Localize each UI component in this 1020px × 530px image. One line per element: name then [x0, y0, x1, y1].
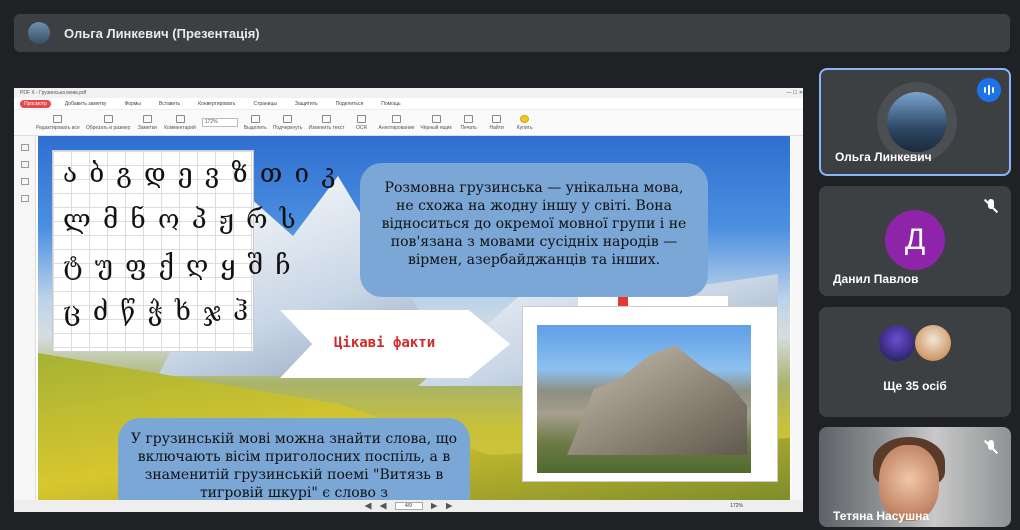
georgian-alphabet-image: ა ბ გ დ ე ვ ზ თ ი კ ლ მ ნ ო პ ჟ რ ს ტ უ … [52, 150, 338, 352]
annotate-icon [391, 114, 401, 123]
participant-tile[interactable]: Ольга Линкевич [819, 68, 1011, 176]
menu-forms[interactable]: Формы [121, 100, 145, 108]
thumbnails-icon[interactable] [20, 144, 29, 151]
participant-name: Данил Павлов [833, 272, 919, 286]
tool-buy[interactable]: Купить [514, 114, 536, 131]
fact-text-bottom: У грузинській мові можна знайти слова, щ… [118, 418, 470, 500]
tool-print[interactable]: Печать [458, 114, 480, 131]
menu-view[interactable]: Просмотр [20, 99, 51, 108]
presenter-bar: Ольга Линкевич (Презентація) [14, 14, 1010, 52]
arrow-banner-text: Цікаві факти [334, 335, 436, 351]
menu-add-note[interactable]: Добавить заметку [61, 100, 111, 108]
mic-off-icon [983, 439, 999, 455]
tool-edit-all[interactable]: Редактировать все [36, 114, 80, 131]
more-participants-tile[interactable]: Ще 35 осіб [819, 307, 1011, 417]
next-page-icon[interactable] [430, 502, 438, 510]
tool-crop[interactable]: Обрезать и размер [86, 114, 130, 131]
tool-find[interactable]: Найти [486, 114, 508, 131]
pdf-scrollbar[interactable] [791, 136, 803, 500]
blackbox-icon [431, 114, 441, 123]
participant-tile[interactable]: Тетяна Насушна [819, 427, 1011, 527]
pdf-window-title: PDF X - Грузинська мова.pdf [20, 90, 87, 96]
alphabet-row: ა ბ გ დ ე ვ ზ თ ი კ [63, 159, 338, 189]
presenter-avatar [28, 22, 50, 44]
comment-icon [175, 114, 185, 123]
more-participants-label: Ще 35 осіб [883, 379, 947, 393]
tool-edit-text[interactable]: Изменить текст [309, 114, 345, 131]
shared-screen[interactable]: PDF X - Грузинська мова.pdf — ☐ ✕ Просмо… [14, 88, 803, 512]
menu-help[interactable]: Помощь [377, 100, 404, 108]
avatar [879, 325, 915, 361]
highlight-icon [250, 114, 260, 123]
pdf-menubar: Просмотр Добавить заметку Формы Вставить… [14, 98, 803, 110]
alphabet-row: ც ძ წ ჭ ხ ჯ ჰ [63, 297, 251, 327]
tool-ocr[interactable]: OCR [351, 114, 373, 131]
tool-notes[interactable]: Заметки [136, 114, 158, 131]
tool-comment[interactable]: Комментарий [164, 114, 196, 131]
fact-text-top: Розмовна грузинська — унікальна мова, не… [360, 163, 708, 297]
edit-icon [53, 114, 63, 123]
coin-icon [520, 114, 530, 123]
speaking-indicator-icon [977, 78, 1001, 102]
menu-insert[interactable]: Вставить [155, 100, 184, 108]
menu-protect[interactable]: Защитить [291, 100, 322, 108]
zoom-input[interactable]: 172% [201, 118, 238, 127]
first-page-icon[interactable] [364, 502, 372, 510]
avatar [887, 92, 947, 152]
status-zoom[interactable]: 172% [730, 503, 743, 509]
alphabet-row: ლ მ ნ ო პ ჟ რ ს [63, 205, 298, 235]
participant-tile[interactable]: Д Данил Павлов [819, 186, 1011, 296]
pdf-statusbar: 4/9 172% [14, 500, 803, 512]
last-page-icon[interactable] [445, 502, 453, 510]
menu-convert[interactable]: Конвертировать [194, 100, 239, 108]
menu-pages[interactable]: Страницы [249, 100, 280, 108]
tool-annotate[interactable]: Аннотирование [379, 114, 414, 131]
comments-icon[interactable] [20, 178, 29, 185]
text-icon [322, 114, 332, 123]
pdf-titlebar: PDF X - Грузинська мова.pdf — ☐ ✕ [14, 88, 803, 98]
mountain-photo [537, 325, 751, 473]
tool-underline[interactable]: Подчеркнуть [273, 114, 303, 131]
search-icon [492, 114, 502, 123]
ocr-icon [357, 114, 367, 123]
crop-icon [103, 114, 113, 123]
note-icon [142, 114, 152, 123]
page-indicator[interactable]: 4/9 [394, 502, 423, 510]
mountain-photo-frame [522, 306, 778, 482]
avatar [915, 325, 951, 361]
menu-share[interactable]: Поделиться [332, 100, 368, 108]
participant-name: Ольга Линкевич [835, 150, 932, 164]
participant-name: Тетяна Насушна [833, 509, 929, 523]
mic-off-icon [983, 198, 999, 214]
tool-highlight[interactable]: Выделить [244, 114, 267, 131]
slide: ა ბ გ დ ე ვ ზ თ ი კ ლ მ ნ ო პ ჟ რ ს ტ უ … [38, 136, 790, 500]
underline-icon [283, 114, 293, 123]
window-controls[interactable]: — ☐ ✕ [787, 88, 803, 98]
print-icon [464, 114, 474, 123]
pdf-toolbar: Редактировать все Обрезать и размер Заме… [14, 110, 803, 136]
presenter-label: Ольга Линкевич (Презентація) [64, 25, 260, 41]
pdf-sidebar [14, 136, 36, 512]
prev-page-icon[interactable] [379, 502, 387, 510]
alphabet-row: ტ უ ფ ქ ღ ყ შ ჩ [63, 251, 293, 281]
avatar: Д [885, 210, 945, 270]
attachment-icon[interactable] [20, 195, 29, 202]
bookmark-icon[interactable] [20, 161, 29, 168]
tool-blackbox[interactable]: Чёрный ящик [420, 114, 452, 131]
